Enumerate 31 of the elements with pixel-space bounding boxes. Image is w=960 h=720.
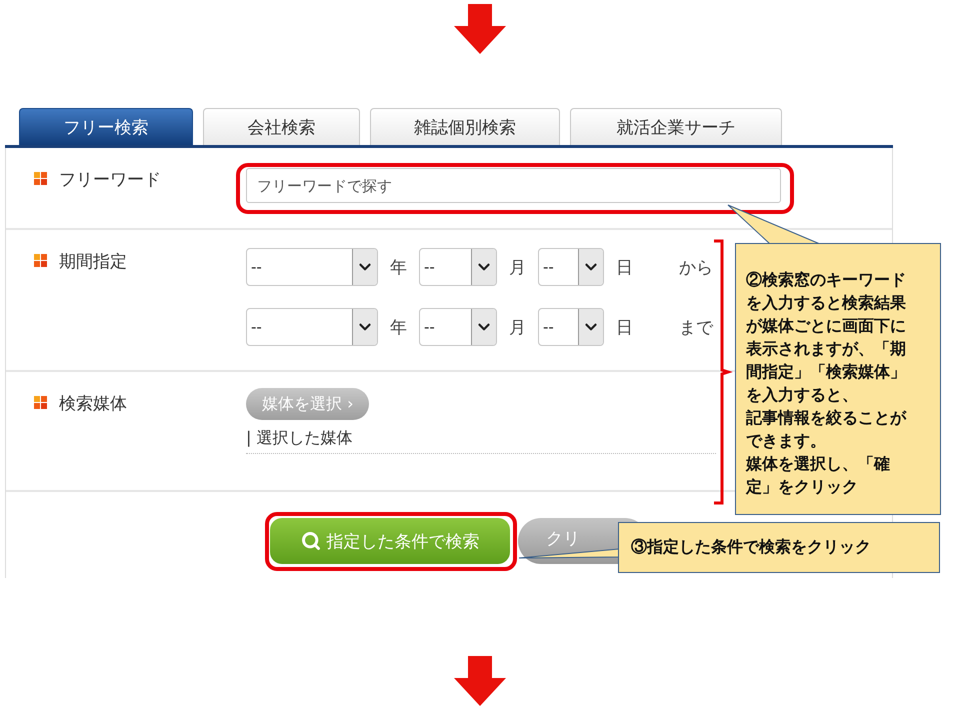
unit-label: 日 xyxy=(616,316,633,338)
callout-text: ②検索窓のキーワード を入力すると検索結果 が媒体ごとに画面下に 表示されますが、「期 間指定」「検索媒体」 を入力すると、 記事情報を絞ることが できます。 媒体を選択し、「確 定」をクリック xyxy=(735,243,941,515)
down-arrow-icon xyxy=(454,4,506,54)
dropdown-select[interactable]: -- xyxy=(246,308,378,346)
search-icon xyxy=(300,531,320,551)
tab[interactable]: 雑誌個別検索 xyxy=(370,108,560,145)
dropdown-select[interactable]: -- xyxy=(419,248,497,286)
dropdown-select[interactable]: -- xyxy=(246,248,378,286)
field-label: 期間指定 xyxy=(59,251,127,273)
bullet-icon xyxy=(34,396,47,409)
bullet-icon xyxy=(34,254,47,267)
tab[interactable]: 会社検索 xyxy=(203,108,360,145)
unit-label: 日 xyxy=(616,256,633,278)
dropdown-select[interactable]: -- xyxy=(538,248,604,286)
field-label: 検索媒体 xyxy=(59,393,127,415)
unit-label: 月 xyxy=(509,256,526,278)
unit-label: 月 xyxy=(509,316,526,338)
dropdown-select[interactable]: -- xyxy=(538,308,604,346)
unit-label: 年 xyxy=(390,256,407,278)
range-label: から xyxy=(679,256,713,278)
search-field[interactable]: フリーワードで探す xyxy=(246,168,781,203)
down-arrow-icon xyxy=(454,656,506,706)
selected-media-label: | 選択した媒体 xyxy=(246,428,716,454)
unit-label: 年 xyxy=(390,316,407,338)
field-label: フリーワード xyxy=(59,169,161,191)
tab[interactable]: フリー検索 xyxy=(19,108,193,145)
bullet-icon xyxy=(34,172,47,185)
callout-text: ③指定した条件で検索をクリック xyxy=(618,522,940,573)
range-label: まで xyxy=(679,316,713,338)
tab[interactable]: 就活企業サーチ xyxy=(570,108,782,145)
dropdown-select[interactable]: -- xyxy=(419,308,497,346)
